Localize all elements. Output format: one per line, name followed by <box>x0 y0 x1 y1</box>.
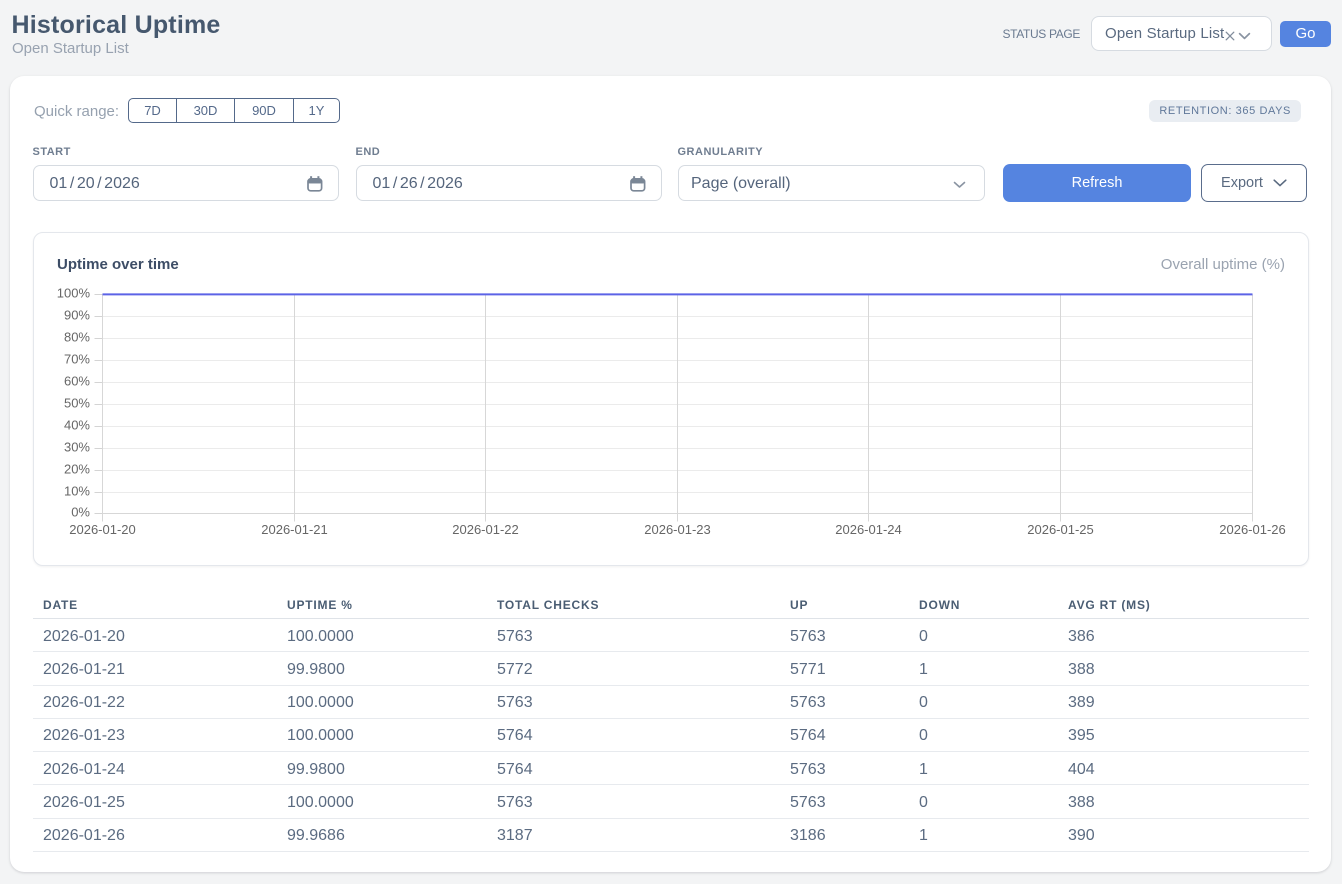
svg-text:90%: 90% <box>64 308 90 323</box>
svg-text:50%: 50% <box>64 396 90 411</box>
svg-text:30%: 30% <box>64 440 90 455</box>
svg-text:2026-01-20: 2026-01-20 <box>69 522 136 537</box>
svg-text:2026-01-24: 2026-01-24 <box>835 522 902 537</box>
svg-text:70%: 70% <box>64 352 90 367</box>
svg-text:2026-01-25: 2026-01-25 <box>1027 522 1094 537</box>
svg-text:40%: 40% <box>64 418 90 433</box>
svg-text:10%: 10% <box>64 484 90 499</box>
svg-text:100%: 100% <box>57 286 91 301</box>
svg-text:2026-01-26: 2026-01-26 <box>1219 522 1286 537</box>
svg-text:20%: 20% <box>64 462 90 477</box>
svg-text:2026-01-22: 2026-01-22 <box>452 522 519 537</box>
svg-text:2026-01-21: 2026-01-21 <box>261 522 328 537</box>
svg-text:80%: 80% <box>64 330 90 345</box>
svg-text:0%: 0% <box>71 505 90 520</box>
svg-text:2026-01-23: 2026-01-23 <box>644 522 711 537</box>
svg-text:60%: 60% <box>64 374 90 389</box>
